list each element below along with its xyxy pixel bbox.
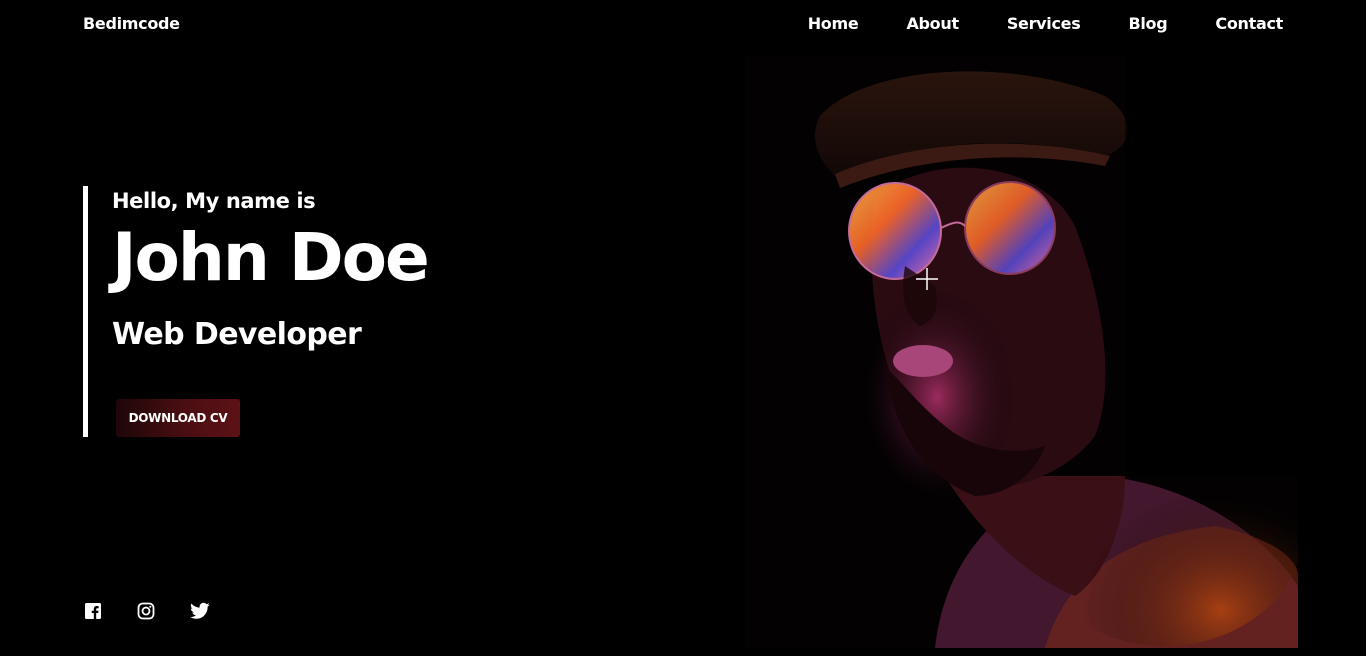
hero-greeting: Hello, My name is: [112, 189, 316, 213]
facebook-icon[interactable]: [84, 602, 102, 620]
brand-logo[interactable]: Bedimcode: [83, 14, 180, 33]
nav-home[interactable]: Home: [808, 14, 859, 33]
nav-contact[interactable]: Contact: [1215, 14, 1283, 33]
nav-services[interactable]: Services: [1007, 14, 1081, 33]
download-cv-button[interactable]: DOWNLOAD CV: [116, 399, 240, 437]
hero-role: Web Developer: [112, 317, 362, 352]
nav-about[interactable]: About: [906, 14, 959, 33]
social-links: [84, 602, 243, 620]
main-nav: Home About Services Blog Contact: [760, 14, 1284, 33]
profile-photo: [745, 56, 1298, 648]
instagram-icon[interactable]: [137, 602, 155, 620]
twitter-icon[interactable]: [190, 602, 210, 620]
hero-intro: Hello, My name is John Doe Web Developer…: [83, 186, 583, 437]
hero-name: John Doe: [112, 219, 430, 296]
nav-blog[interactable]: Blog: [1128, 14, 1167, 33]
crosshair-cursor-icon: [916, 268, 938, 290]
page: Bedimcode Home About Services Blog Conta…: [0, 0, 1366, 656]
